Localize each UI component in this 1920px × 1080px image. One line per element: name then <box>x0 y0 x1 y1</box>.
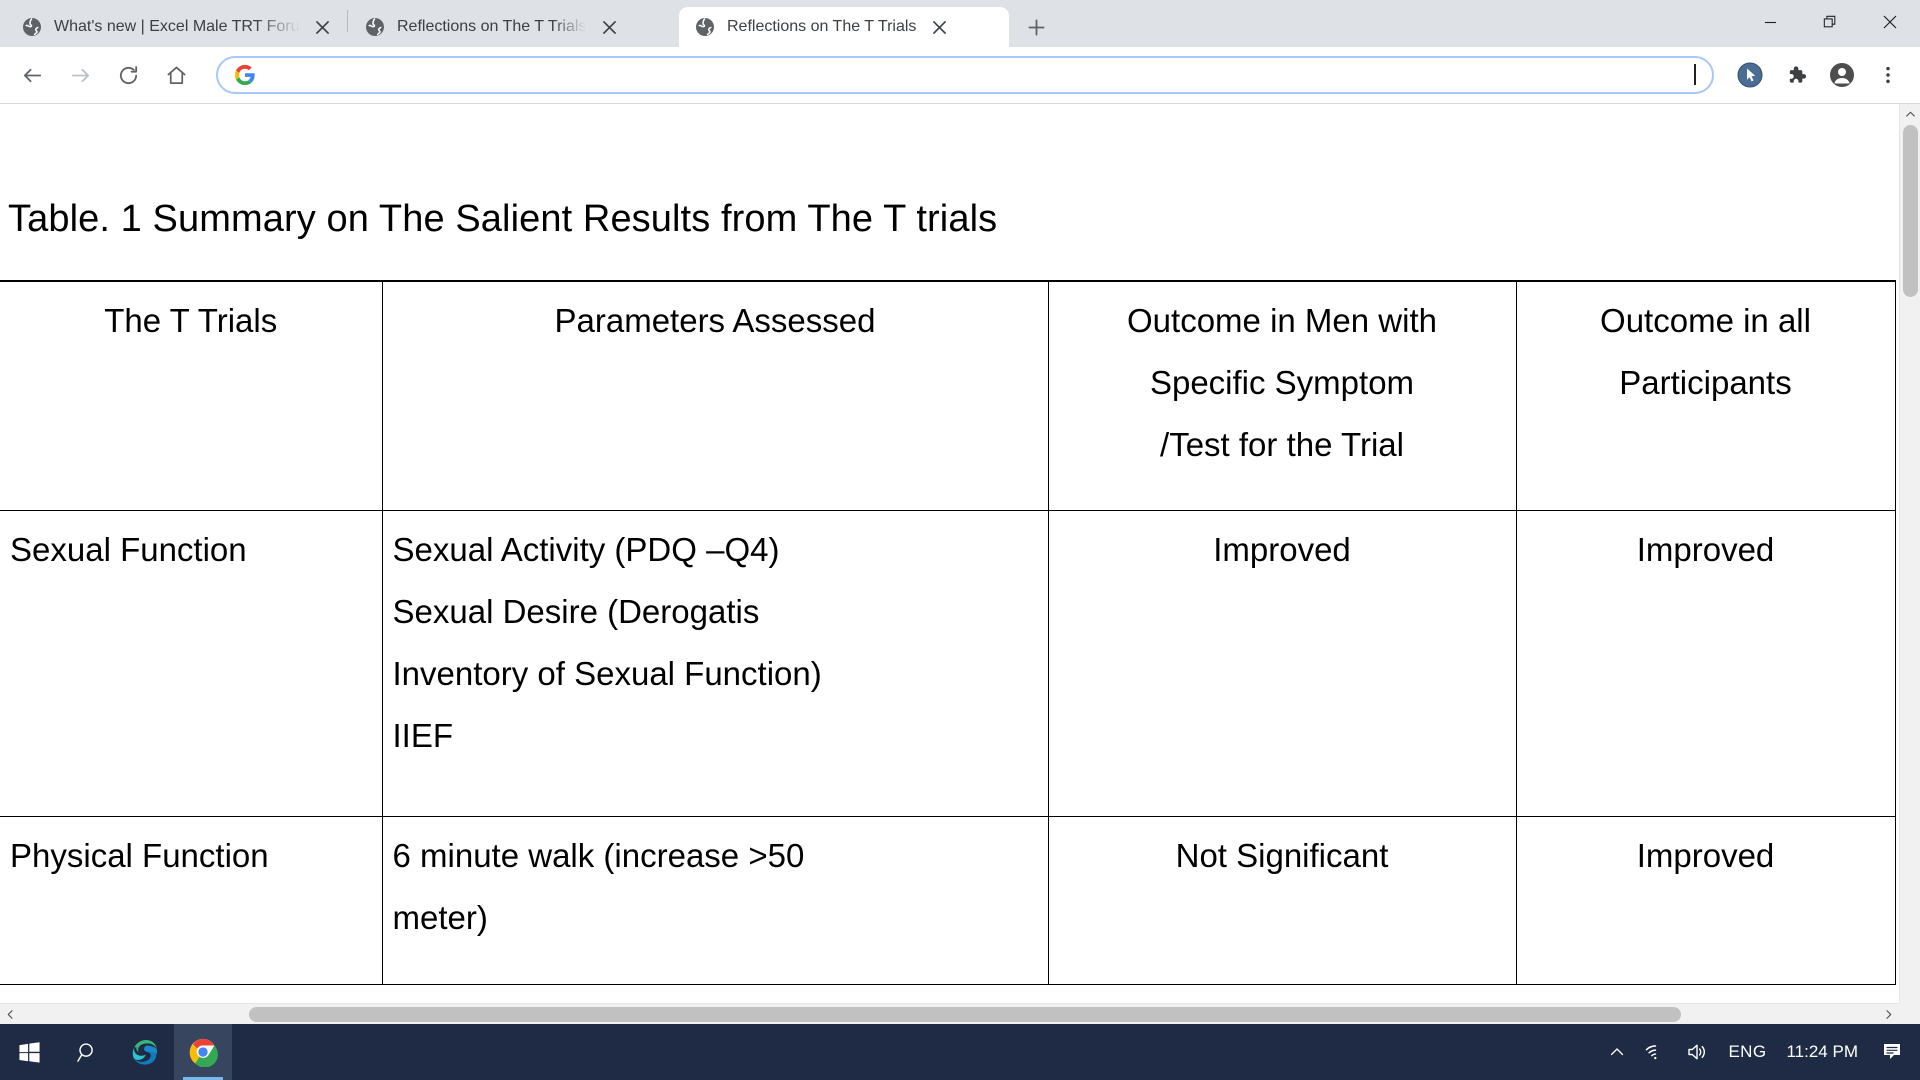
cell-outcome-all: Improved <box>1515 816 1896 985</box>
page-title: Table. 1 Summary on The Salient Results … <box>8 198 998 240</box>
globe-icon <box>695 17 715 37</box>
results-table: The T Trials Parameters Assessed Outcome… <box>0 279 1896 985</box>
tab-title: What's new | Excel Male TRT Foru <box>54 18 300 35</box>
browser-toolbar <box>0 47 1920 103</box>
scroll-corner <box>1899 1003 1920 1024</box>
parameter-line: Sexual Desire (Derogatis <box>392 593 760 631</box>
tab-close-button[interactable] <box>310 14 336 40</box>
document-content: Table. 1 Summary on The Salient Results … <box>0 104 1896 1024</box>
header-cell-parameters: Parameters Assessed <box>381 279 1049 511</box>
header-line: Outcome in Men with <box>1127 301 1437 339</box>
browser-tab-3-active[interactable]: Reflections on The T Trials <box>679 7 1009 47</box>
taskbar-clock[interactable]: 11:24 PM <box>1776 1024 1872 1080</box>
windows-taskbar: ENG 11:24 PM <box>0 1024 1920 1080</box>
minimize-button[interactable] <box>1740 0 1800 44</box>
vertical-scrollbar[interactable] <box>1899 104 1920 1024</box>
table-header-row: The T Trials Parameters Assessed Outcome… <box>0 279 1896 511</box>
header-line: /Test for the Trial <box>1160 425 1404 463</box>
parameter-line: Sexual Activity (PDQ –Q4) <box>392 531 780 568</box>
speaker-icon[interactable] <box>1676 1024 1718 1080</box>
tab-strip: What's new | Excel Male TRT Foru Reflect… <box>0 0 1920 47</box>
tab-close-button[interactable] <box>926 14 952 40</box>
vertical-scroll-thumb[interactable] <box>1903 125 1918 297</box>
tab-title: Reflections on The T Trials <box>727 18 917 35</box>
windows-start-icon[interactable] <box>0 1024 58 1080</box>
page-viewport: Table. 1 Summary on The Salient Results … <box>0 103 1920 1024</box>
cell-outcome-all: Improved <box>1515 510 1896 817</box>
google-g-icon <box>234 64 256 86</box>
scroll-left-arrow-icon[interactable] <box>0 1004 21 1025</box>
scroll-up-arrow-icon[interactable] <box>1900 104 1920 125</box>
globe-icon <box>22 17 42 37</box>
browser-window: What's new | Excel Male TRT Foru Reflect… <box>0 0 1920 1024</box>
language-indicator[interactable]: ENG <box>1718 1024 1776 1080</box>
cell-trial-name: Sexual Function <box>0 510 383 817</box>
notification-icon[interactable] <box>1872 1024 1916 1080</box>
browser-tab-2[interactable]: Reflections on The T Trials <box>349 7 679 47</box>
header-line: Specific Symptom <box>1149 363 1415 401</box>
forward-button[interactable] <box>60 55 100 95</box>
header-line: Outcome in all <box>1600 301 1811 339</box>
browser-tab-1[interactable]: What's new | Excel Male TRT Foru <box>6 7 346 47</box>
reload-button[interactable] <box>108 55 148 95</box>
search-icon[interactable] <box>58 1024 116 1080</box>
globe-icon <box>365 17 385 37</box>
profile-avatar-icon[interactable] <box>1822 55 1862 95</box>
parameter-line: meter) <box>392 899 488 937</box>
table-row: Physical Function 6 minute walk (increas… <box>0 816 1896 985</box>
parameter-line: Inventory of Sexual Function) <box>392 655 822 693</box>
horizontal-scroll-track[interactable] <box>21 1004 1878 1025</box>
cursor-pointer-icon[interactable] <box>1730 55 1770 95</box>
horizontal-scrollbar[interactable] <box>0 1003 1899 1024</box>
chevron-up-icon[interactable] <box>1599 1024 1635 1080</box>
horizontal-scroll-thumb[interactable] <box>249 1006 1681 1022</box>
window-close-button[interactable] <box>1860 0 1920 44</box>
wifi-icon[interactable] <box>1635 1024 1676 1080</box>
vertical-scroll-track[interactable] <box>1900 125 1920 1003</box>
back-button[interactable] <box>12 55 52 95</box>
cell-parameters: Sexual Activity (PDQ –Q4) Sexual Desire … <box>381 510 1049 817</box>
header-cell-trial: The T Trials <box>0 279 383 511</box>
header-cell-all-participants: Outcome in all Participants <box>1515 279 1896 511</box>
tab-separator <box>347 9 348 32</box>
extensions-puzzle-icon[interactable] <box>1776 55 1816 95</box>
window-controls <box>1740 0 1920 44</box>
new-tab-button[interactable] <box>1019 10 1053 44</box>
scroll-right-arrow-icon[interactable] <box>1878 1004 1899 1025</box>
address-bar[interactable] <box>216 56 1714 94</box>
text-cursor <box>1694 63 1696 85</box>
edge-icon[interactable] <box>116 1024 174 1080</box>
table-row: Sexual Function Sexual Activity (PDQ –Q4… <box>0 510 1896 817</box>
cell-outcome-specific: Not Significant <box>1047 816 1517 985</box>
tab-title: Reflections on The T Trials <box>397 18 587 35</box>
system-tray: ENG 11:24 PM <box>1599 1024 1920 1080</box>
cell-trial-name: Physical Function <box>0 816 383 985</box>
parameter-line: 6 minute walk (increase >50 <box>392 837 805 874</box>
restore-button[interactable] <box>1800 0 1860 44</box>
chrome-icon[interactable] <box>174 1024 232 1080</box>
header-cell-specific-symptom: Outcome in Men with Specific Symptom /Te… <box>1047 279 1517 511</box>
cell-outcome-specific: Improved <box>1047 510 1517 817</box>
chrome-menu-icon[interactable] <box>1868 55 1908 95</box>
tab-close-button[interactable] <box>596 14 622 40</box>
parameter-line: IIEF <box>392 717 454 755</box>
header-line: Participants <box>1619 363 1792 401</box>
home-button[interactable] <box>156 55 196 95</box>
cell-parameters: 6 minute walk (increase >50 meter) <box>381 816 1049 985</box>
